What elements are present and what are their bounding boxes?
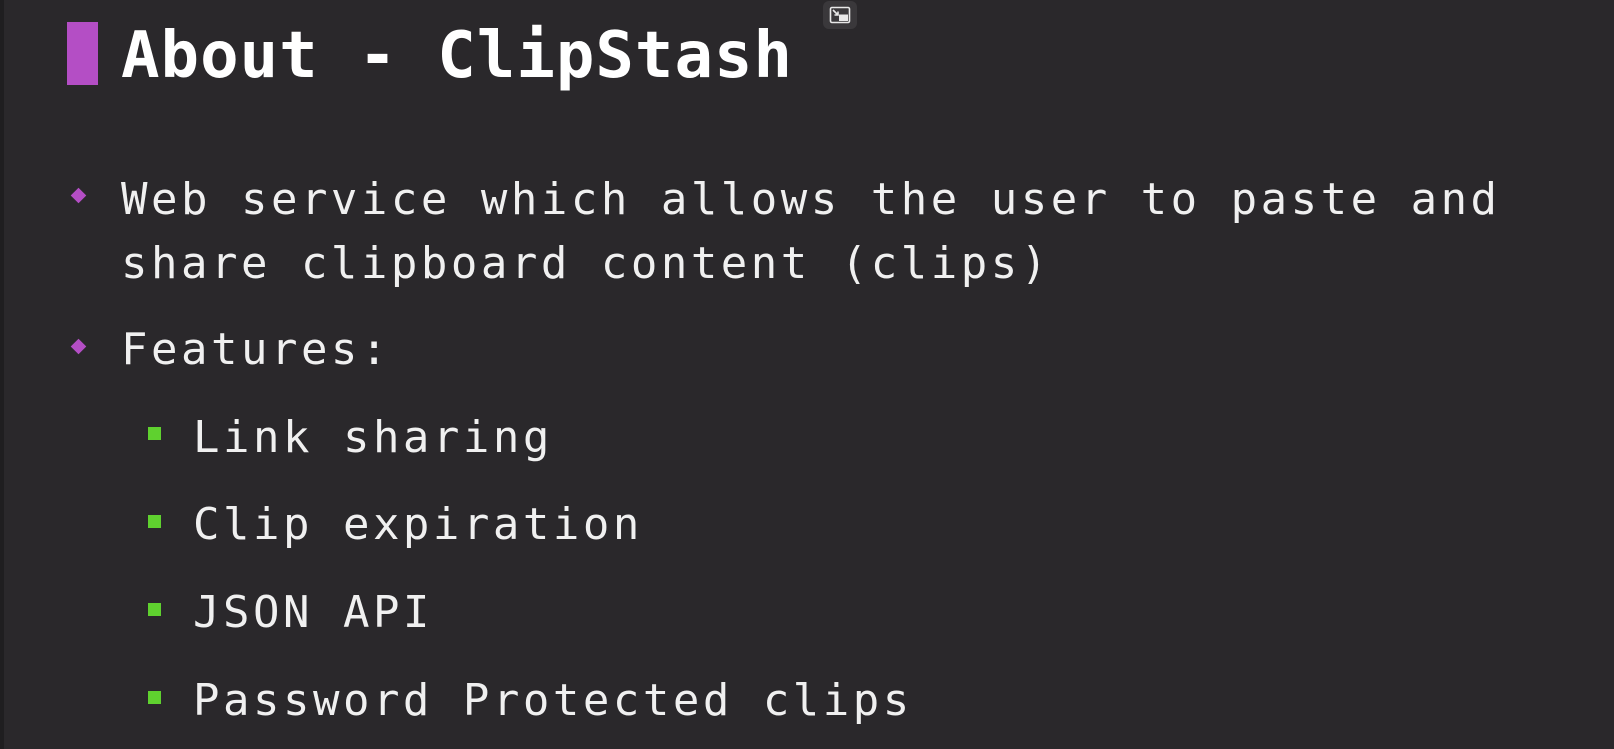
bullet-square-icon (148, 515, 161, 528)
title-accent-bar (67, 22, 98, 85)
bullet-square-icon (148, 427, 161, 440)
bullet-diamond-icon (70, 187, 87, 204)
slide-title: About - ClipStash (121, 19, 794, 93)
bullet-diamond-icon (70, 338, 87, 355)
window-left-edge (0, 0, 4, 749)
feature-item: Link sharing (193, 412, 553, 463)
feature-item: Password Protected clips (193, 675, 913, 726)
feature-item: Clip expiration (193, 499, 643, 550)
picture-in-picture-exit-icon (829, 6, 851, 24)
bullet-description-line1: Web service which allows the user to pas… (121, 174, 1501, 225)
picture-in-picture-exit-button[interactable] (823, 1, 857, 29)
bullet-features-heading: Features: (121, 324, 391, 375)
bullet-square-icon (148, 603, 161, 616)
bullet-square-icon (148, 691, 161, 704)
bullet-description-line2: share clipboard content (clips) (121, 238, 1051, 289)
feature-item: JSON API (193, 587, 433, 638)
